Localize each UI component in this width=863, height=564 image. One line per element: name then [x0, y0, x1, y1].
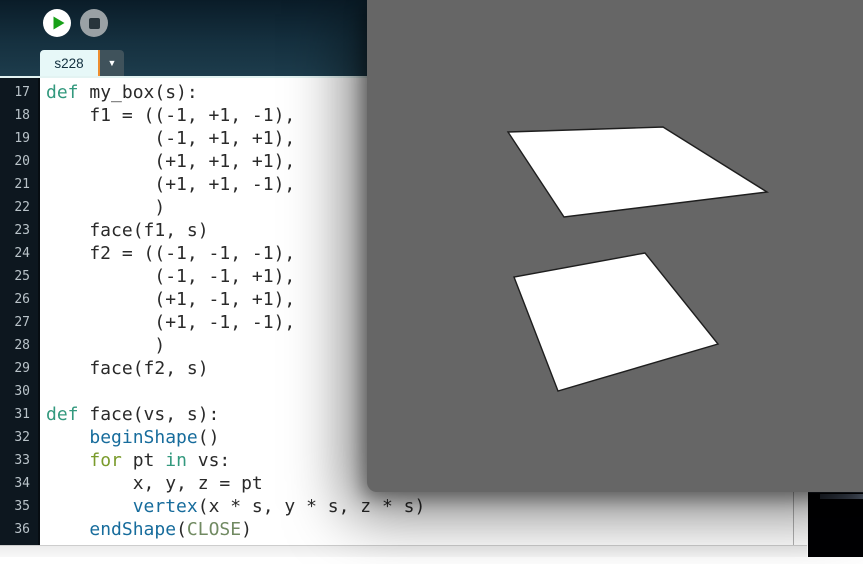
line-number-gutter: 1718192021222324252627282930313233343536…	[0, 78, 40, 556]
sketch-tab[interactable]: s228 ▼	[40, 50, 124, 76]
line-number: 26	[0, 288, 38, 311]
line-number: 27	[0, 311, 38, 334]
box-face-f2	[514, 253, 718, 391]
box-face-f1	[508, 127, 767, 217]
chevron-down-icon: ▼	[108, 58, 117, 68]
editor-scrollbar[interactable]	[794, 492, 807, 545]
sketch-tab-label[interactable]: s228	[40, 50, 98, 76]
line-number: 25	[0, 265, 38, 288]
line-number: 17	[0, 81, 38, 104]
stop-button[interactable]	[80, 9, 108, 37]
stop-icon	[89, 18, 100, 29]
background-window-titlebar	[820, 494, 863, 499]
sketch-canvas[interactable]	[367, 0, 863, 492]
sketch-output-window[interactable]	[367, 0, 863, 492]
line-number: 23	[0, 219, 38, 242]
line-number: 34	[0, 472, 38, 495]
line-number: 30	[0, 380, 38, 403]
line-number: 29	[0, 357, 38, 380]
line-number: 20	[0, 150, 38, 173]
line-number: 22	[0, 196, 38, 219]
background-window-corner[interactable]	[808, 492, 863, 557]
line-number: 32	[0, 426, 38, 449]
code-line-35[interactable]: vertex(x * s, y * s, z * s)	[46, 495, 807, 518]
line-number: 31	[0, 403, 38, 426]
editor-scrollbar-divider	[793, 492, 794, 545]
code-line-36[interactable]: endShape(CLOSE)	[46, 518, 807, 541]
line-number: 33	[0, 449, 38, 472]
line-number: 21	[0, 173, 38, 196]
line-number: 18	[0, 104, 38, 127]
run-button[interactable]	[43, 9, 71, 37]
line-number: 35	[0, 495, 38, 518]
play-icon	[43, 9, 71, 37]
editor-footer-strip	[0, 545, 807, 557]
line-number: 28	[0, 334, 38, 357]
line-number: 24	[0, 242, 38, 265]
line-number: 19	[0, 127, 38, 150]
line-number: 36	[0, 518, 38, 541]
tab-menu-button[interactable]: ▼	[100, 50, 124, 76]
